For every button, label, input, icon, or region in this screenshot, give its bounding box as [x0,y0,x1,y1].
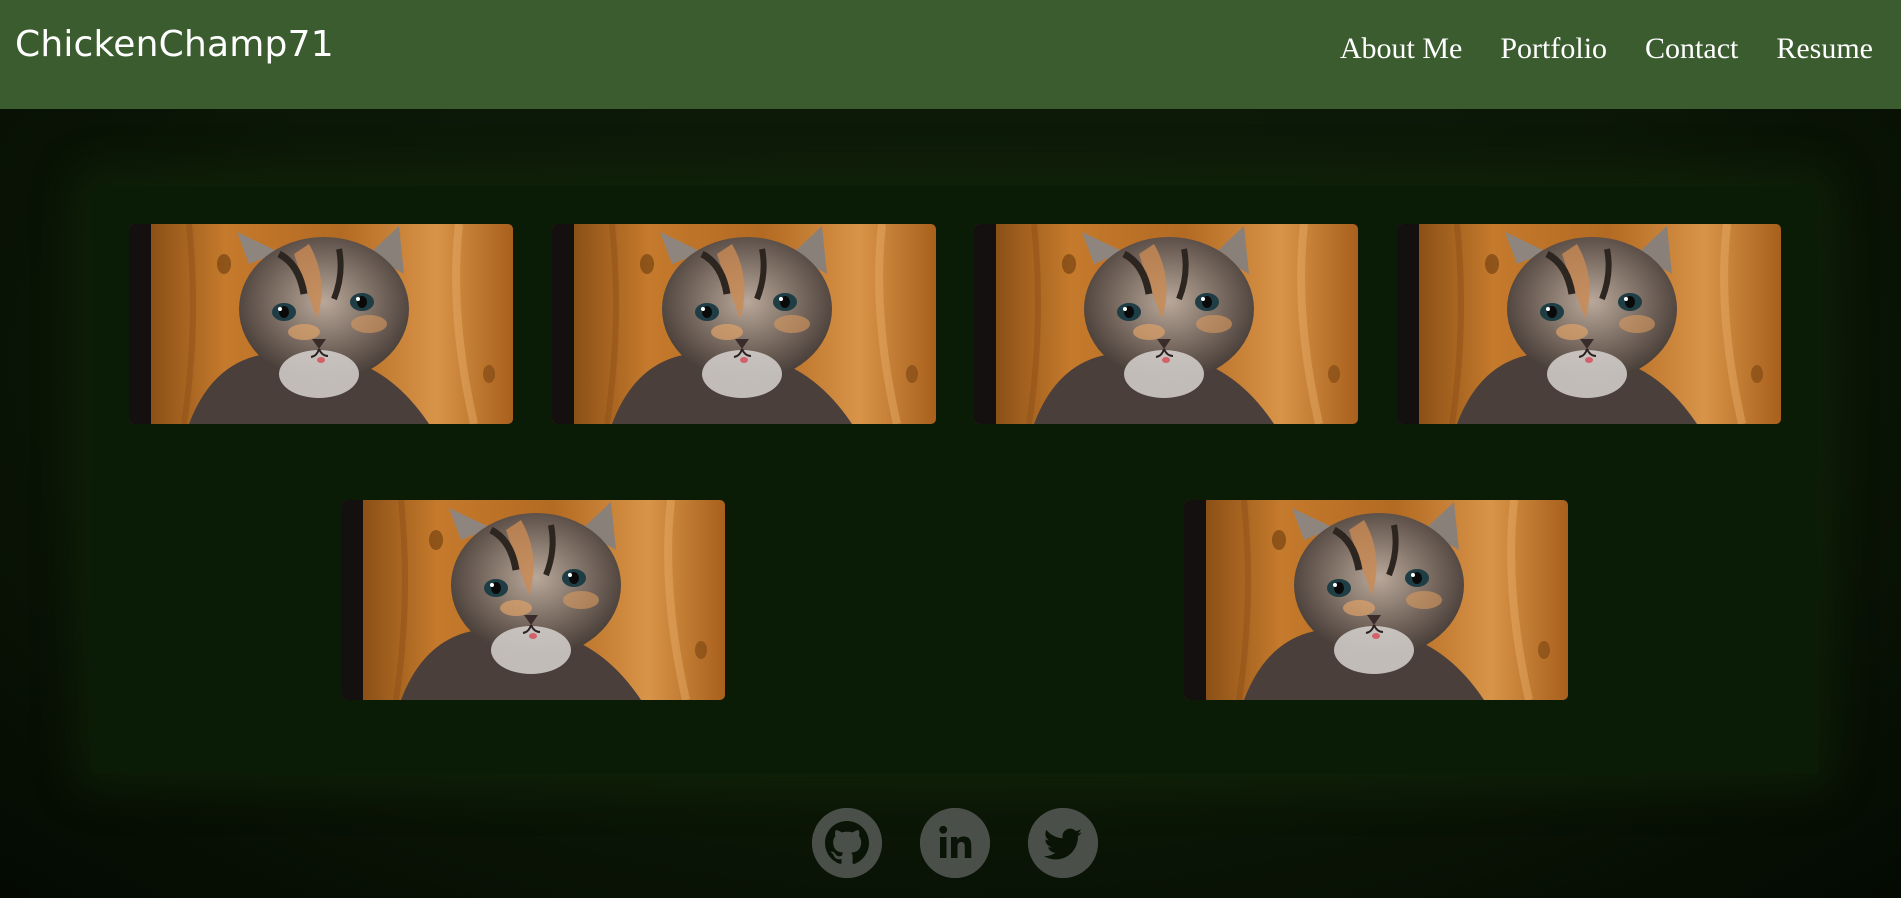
nav-about-me[interactable]: About Me [1340,32,1463,66]
nav-resume[interactable]: Resume [1776,32,1873,66]
kitten-photo [1397,224,1781,424]
twitter-link[interactable] [1028,808,1098,878]
portfolio-gallery [91,186,1818,774]
brand-title[interactable]: ChickenChamp71 [15,24,334,65]
nav-contact[interactable]: Contact [1645,32,1738,66]
site-header: ChickenChamp71 About Me Portfolio Contac… [0,0,1901,109]
kitten-photo [129,224,513,424]
portfolio-item-6[interactable] [1184,500,1568,700]
portfolio-item-2[interactable] [552,224,936,424]
portfolio-item-4[interactable] [1397,224,1781,424]
portfolio-item-5[interactable] [341,500,725,700]
kitten-photo [341,500,725,700]
github-link[interactable] [812,808,882,878]
linkedin-icon [920,808,990,878]
linkedin-link[interactable] [920,808,990,878]
portfolio-item-3[interactable] [974,224,1358,424]
github-icon [812,808,882,878]
main-nav: About Me Portfolio Contact Resume [1340,32,1873,66]
portfolio-item-1[interactable] [129,224,513,424]
twitter-icon [1028,808,1098,878]
nav-portfolio[interactable]: Portfolio [1500,32,1607,66]
kitten-photo [1184,500,1568,700]
kitten-photo [552,224,936,424]
kitten-photo [974,224,1358,424]
